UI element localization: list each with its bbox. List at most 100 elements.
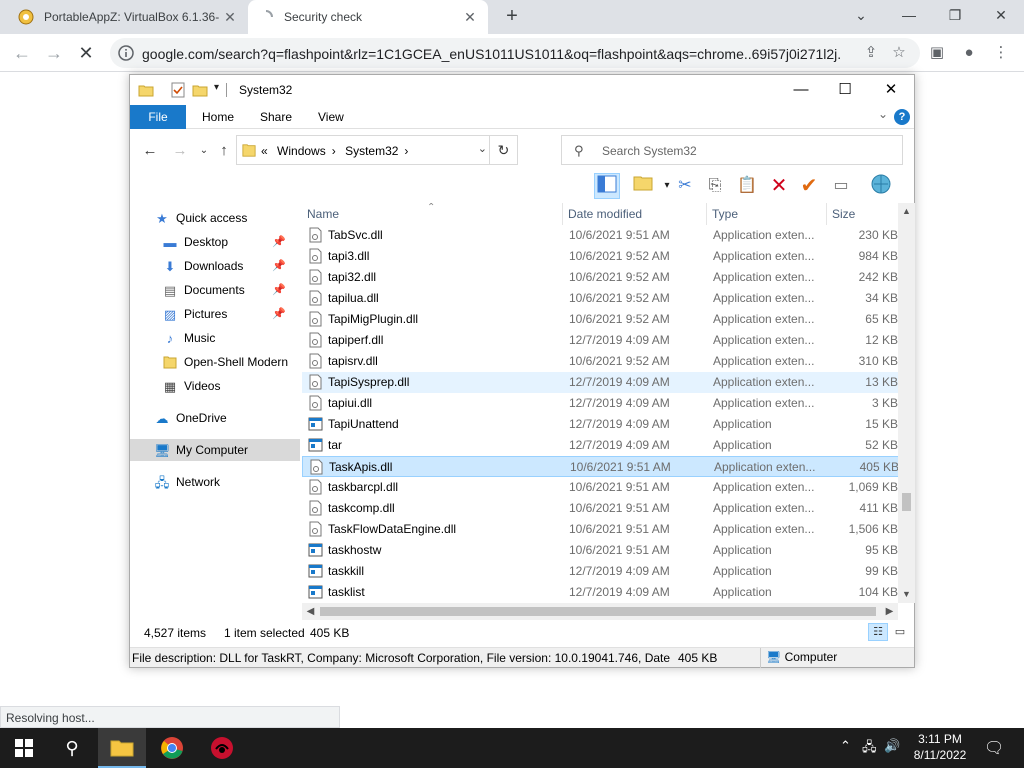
refresh-icon[interactable]: ↻ <box>489 136 517 164</box>
stop-loading-icon[interactable]: ✕ <box>74 41 98 65</box>
search-input[interactable]: ⚲ Search System32 <box>561 135 903 165</box>
pin-icon[interactable]: 📌 <box>272 255 286 277</box>
forward-arrow-icon[interactable]: → <box>170 141 190 161</box>
qat-dropdown-icon[interactable]: ▾ <box>214 82 219 93</box>
file-row[interactable]: tapiui.dll 12/7/2019 4:09 AM Application e… <box>302 393 899 414</box>
column-header-size[interactable]: Size <box>827 203 899 225</box>
file-row[interactable]: TabSvc.dll 10/6/2021 9:51 AM Application e… <box>302 225 899 246</box>
file-row[interactable]: TapiMigPlugin.dll 10/6/2021 9:52 AM Applic… <box>302 309 899 330</box>
nav-open-shell-modern[interactable]: Open-Shell Modern <box>162 351 290 373</box>
chevron-right-icon[interactable]: › <box>332 144 336 158</box>
cut-icon[interactable]: ✂ <box>672 173 698 199</box>
breadcrumb-windows[interactable]: Windows <box>277 144 326 158</box>
file-row[interactable]: TaskApis.dll 10/6/2021 9:51 AM Application… <box>302 456 899 477</box>
close-tab-icon[interactable]: ✕ <box>462 9 478 26</box>
share-icon[interactable]: ⇪ <box>862 44 880 62</box>
new-folder-icon[interactable] <box>630 173 656 199</box>
chrome-taskbar-icon[interactable] <box>148 728 196 768</box>
explorer-address-bar[interactable]: « Windows › System32 › ⌄ ↻ <box>236 135 518 165</box>
minimize-browser-button[interactable]: — <box>886 0 932 30</box>
column-header-name[interactable]: Name ⌃ <box>302 203 563 225</box>
tab-share[interactable]: Share <box>246 105 306 129</box>
horizontal-scrollbar[interactable]: ◀ ▶ <box>302 603 898 620</box>
start-button[interactable] <box>0 728 48 768</box>
scroll-right-icon[interactable]: ▶ <box>881 603 898 620</box>
file-row[interactable]: TapiUnattend 12/7/2019 4:09 AM Application… <box>302 414 899 435</box>
forward-arrow-icon[interactable]: → <box>42 41 66 65</box>
chevron-right-icon[interactable]: › <box>404 144 408 158</box>
close-tab-icon[interactable]: ✕ <box>222 9 238 26</box>
browser-tab-security-check[interactable]: Security check ✕ <box>248 0 488 34</box>
nav-music[interactable]: ♪ Music <box>162 327 286 349</box>
back-arrow-icon[interactable]: ← <box>10 41 34 65</box>
url-text[interactable]: google.com/search?q=flashpoint&rlz=1C1GC… <box>142 46 842 62</box>
globe-icon[interactable] <box>868 173 894 199</box>
breadcrumb-overflow[interactable]: « <box>261 144 268 158</box>
taskbar-clock[interactable]: 3:11 PM 8/11/2022 <box>906 731 974 763</box>
nav-network[interactable]: 🖧 Network <box>154 471 294 493</box>
up-arrow-icon[interactable]: ↑ <box>214 141 234 161</box>
tab-search-chevron-icon[interactable]: ⌄ <box>838 0 884 30</box>
vertical-scrollbar[interactable]: ▲ ▼ <box>898 203 915 603</box>
properties-check-icon[interactable] <box>170 82 186 98</box>
preview-pane-icon[interactable] <box>594 173 620 199</box>
nav-downloads[interactable]: ⬇ Downloads 📌 <box>162 255 286 277</box>
file-row[interactable]: taskkill 12/7/2019 4:09 AM Application 99 K… <box>302 561 899 582</box>
help-icon[interactable]: ? <box>894 109 910 125</box>
details-view-icon[interactable]: ☷ <box>868 623 888 641</box>
nav-desktop[interactable]: ▬ Desktop 📌 <box>162 231 287 253</box>
file-row[interactable]: tapiperf.dll 12/7/2019 4:09 AM Application… <box>302 330 899 351</box>
pin-icon[interactable]: 📌 <box>272 303 286 325</box>
profile-avatar-icon[interactable]: ● <box>958 42 980 64</box>
scroll-thumb[interactable] <box>320 607 876 616</box>
scroll-thumb[interactable] <box>902 493 911 511</box>
maximize-button[interactable]: ☐ <box>822 75 868 105</box>
file-row[interactable]: tapisrv.dll 10/6/2021 9:52 AM Application … <box>302 351 899 372</box>
app-taskbar-icon[interactable] <box>198 728 246 768</box>
paste-icon[interactable]: 📋 <box>734 173 760 199</box>
pin-icon[interactable]: 📌 <box>272 279 286 301</box>
file-row[interactable]: taskbarcpl.dll 10/6/2021 9:51 AM Applicati… <box>302 477 899 498</box>
copy-icon[interactable]: ⎘ <box>702 173 728 199</box>
file-row[interactable]: tapi3.dll 10/6/2021 9:52 AM Application ex… <box>302 246 899 267</box>
nav-pictures[interactable]: ▨ Pictures 📌 <box>162 303 286 325</box>
search-icon[interactable]: ⚲ <box>48 728 96 768</box>
column-header-date[interactable]: Date modified <box>563 203 707 225</box>
chrome-menu-icon[interactable]: ⋮ <box>990 42 1012 64</box>
column-header-type[interactable]: Type <box>707 203 827 225</box>
network-tray-icon[interactable]: 🖧 <box>862 738 877 768</box>
new-tab-button[interactable]: + <box>500 5 524 29</box>
breadcrumb-system32[interactable]: System32 <box>345 144 398 158</box>
new-folder-icon[interactable] <box>192 82 208 98</box>
bookmark-star-icon[interactable]: ☆ <box>890 44 908 62</box>
address-dropdown-icon[interactable]: ⌄ <box>478 142 487 155</box>
close-browser-button[interactable]: ✕ <box>978 0 1024 30</box>
large-icons-view-icon[interactable]: ▭ <box>890 623 910 641</box>
scroll-down-icon[interactable]: ▼ <box>898 586 915 603</box>
nav-my-computer[interactable]: 🖥 My Computer <box>130 439 300 461</box>
notifications-icon[interactable]: 🗨 <box>984 738 1004 768</box>
expand-ribbon-chevron-icon[interactable]: ⌄ <box>878 107 888 121</box>
minimize-button[interactable]: — <box>778 75 824 105</box>
file-row[interactable]: tasklist 12/7/2019 4:09 AM Application 104 … <box>302 582 899 603</box>
tray-chevron-icon[interactable]: ⌃ <box>840 738 851 768</box>
tab-file[interactable]: File <box>130 105 186 129</box>
tab-view[interactable]: View <box>304 105 358 129</box>
close-button[interactable]: ✕ <box>868 75 914 105</box>
site-info-icon[interactable] <box>118 45 134 61</box>
file-row[interactable]: tar 12/7/2019 4:09 AM Application 52 KB <box>302 435 899 456</box>
delete-icon[interactable]: ✕ <box>766 173 792 199</box>
file-row[interactable]: taskhostw 10/6/2021 9:51 AM Application 95 … <box>302 540 899 561</box>
rename-icon[interactable]: ▭ <box>828 173 854 199</box>
address-bar[interactable]: google.com/search?q=flashpoint&rlz=1C1GC… <box>110 38 920 68</box>
file-row[interactable]: TapiSysprep.dll 12/7/2019 4:09 AM Applicat… <box>302 372 899 393</box>
file-row[interactable]: tapilua.dll 10/6/2021 9:52 AM Application … <box>302 288 899 309</box>
nav-videos[interactable]: ▦ Videos <box>162 375 286 397</box>
pin-icon[interactable]: 📌 <box>272 231 286 253</box>
tab-home[interactable]: Home <box>188 105 248 129</box>
nav-documents[interactable]: ▤ Documents 📌 <box>162 279 286 301</box>
browser-tab-portableappz[interactable]: PortableAppZ: VirtualBox 6.1.36- ✕ <box>8 0 248 34</box>
file-row[interactable]: taskcomp.dll 10/6/2021 9:51 AM Application… <box>302 498 899 519</box>
volume-icon[interactable]: 🔊 <box>884 738 900 768</box>
recent-locations-icon[interactable]: ⌄ <box>194 141 214 161</box>
